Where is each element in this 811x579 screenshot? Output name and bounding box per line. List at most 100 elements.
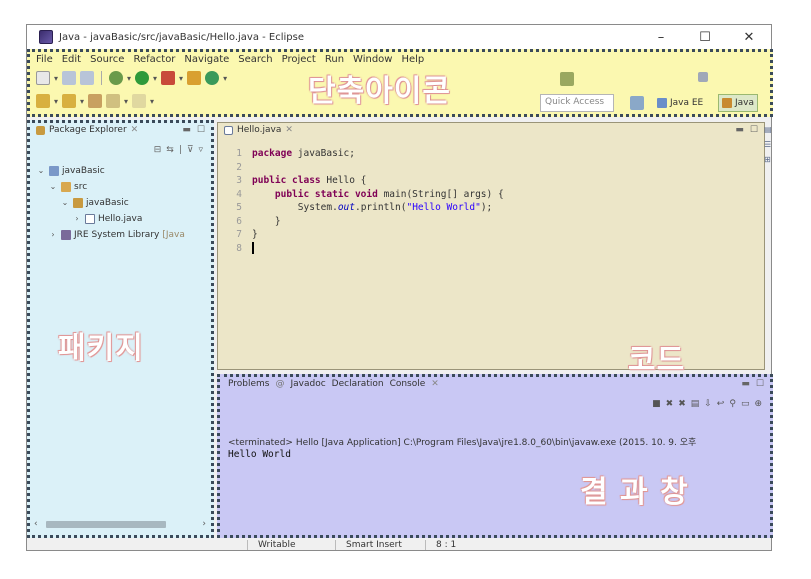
next-annotation-icon[interactable] (36, 94, 50, 108)
chevron-down-icon[interactable]: ▾ (80, 97, 84, 106)
scroll-left-icon[interactable]: ‹ (34, 519, 38, 529)
search-icon[interactable] (560, 72, 574, 86)
menu-run[interactable]: Run (325, 54, 344, 65)
expand-icon[interactable]: ⌄ (48, 179, 58, 195)
menu-navigate[interactable]: Navigate (184, 54, 229, 65)
menu-window[interactable]: Window (353, 54, 392, 65)
close-icon[interactable]: ✕ (131, 125, 139, 135)
new-java-class-icon[interactable] (205, 71, 220, 85)
last-edit-icon[interactable] (88, 94, 103, 108)
clear-console-icon[interactable]: ▤ (691, 399, 700, 409)
maximize-view-icon[interactable]: ☐ (756, 379, 764, 389)
chevron-down-icon[interactable]: ▾ (54, 97, 58, 106)
menu-refactor[interactable]: Refactor (133, 54, 175, 65)
remove-launch-icon[interactable]: ✖ (666, 399, 674, 409)
menu-project[interactable]: Project (282, 54, 316, 65)
collapse-icon[interactable]: › (48, 227, 58, 243)
save-all-icon[interactable] (80, 71, 95, 85)
tree-item-package[interactable]: ⌄ javaBasic (36, 195, 185, 211)
tab-javadoc[interactable]: Javadoc (290, 379, 325, 389)
text-cursor (252, 241, 254, 254)
window-controls: – ☐ ✕ (639, 25, 771, 49)
tab-problems[interactable]: Problems (228, 379, 269, 389)
toolbar-separator (101, 71, 103, 85)
link-with-editor-icon[interactable]: ⇆ (166, 145, 174, 155)
scroll-lock-icon[interactable]: ⇩ (704, 399, 712, 409)
console-output: Hello World (228, 449, 291, 460)
maximize-button[interactable]: ☐ (683, 25, 727, 49)
line-number: 6 (236, 215, 242, 227)
pin-console-icon[interactable]: ⚲ (729, 399, 736, 409)
expand-icon[interactable]: ⌄ (60, 195, 70, 211)
minimize-view-icon[interactable]: ▬ (735, 125, 744, 135)
tab-console[interactable]: Console (390, 379, 426, 389)
quick-access-input[interactable]: Quick Access (540, 94, 614, 112)
run-icon[interactable] (135, 71, 150, 85)
perspective-java-ee[interactable]: Java EE (654, 94, 706, 112)
save-icon[interactable] (62, 71, 77, 85)
minimize-button[interactable]: – (639, 25, 683, 49)
menu-search[interactable]: Search (238, 54, 272, 65)
title-bar: Java - javaBasic/src/javaBasic/Hello.jav… (27, 25, 771, 49)
word-wrap-icon[interactable]: ↩ (717, 399, 725, 409)
minimize-view-icon[interactable]: ▬ (182, 125, 191, 135)
chevron-down-icon[interactable]: ▾ (223, 74, 227, 83)
scrollbar-thumb[interactable] (45, 520, 166, 528)
terminate-icon[interactable]: ■ (652, 399, 661, 409)
debug-icon[interactable] (109, 71, 124, 85)
maximize-view-icon[interactable]: ☐ (750, 125, 758, 135)
chevron-down-icon[interactable]: ▾ (179, 74, 183, 83)
open-perspective-icon[interactable] (630, 96, 644, 110)
tree-item-project[interactable]: ⌄ javaBasic (36, 163, 185, 179)
menu-file[interactable]: File (36, 54, 53, 65)
task-list-icon[interactable]: ☰ (764, 140, 772, 149)
code-text: System. (297, 202, 338, 213)
tree-item-src[interactable]: ⌄ src (36, 179, 185, 195)
collapse-icon[interactable]: › (72, 211, 82, 227)
chevron-down-icon[interactable]: ▾ (124, 97, 128, 106)
forward-icon[interactable] (132, 94, 147, 108)
chevron-down-icon[interactable]: ▾ (150, 97, 154, 106)
display-console-icon[interactable]: ▭ (741, 399, 750, 409)
open-console-icon[interactable]: ⊕ (754, 399, 762, 409)
tree-item-hello-java[interactable]: › Hello.java (36, 211, 185, 227)
minimize-view-icon[interactable]: ▬ (741, 379, 750, 389)
pin-icon[interactable] (698, 72, 708, 82)
maximize-view-icon[interactable]: ☐ (197, 125, 205, 135)
tree-item-label: javaBasic (86, 198, 129, 208)
scroll-right-icon[interactable]: › (202, 519, 206, 529)
code-text: Hello { (320, 175, 367, 186)
new-java-package-icon[interactable] (187, 71, 202, 85)
new-icon[interactable] (36, 71, 50, 85)
chevron-down-icon[interactable]: ▾ (153, 74, 157, 83)
horizontal-scrollbar[interactable]: ‹ › (34, 519, 206, 529)
collapse-all-icon[interactable]: ⊟ (154, 145, 162, 155)
menu-edit[interactable]: Edit (62, 54, 81, 65)
outline-icon[interactable]: ▤ (764, 125, 772, 134)
chevron-down-icon[interactable]: ▾ (54, 74, 58, 83)
tab-declaration[interactable]: Declaration (332, 379, 384, 389)
back-icon[interactable] (106, 94, 121, 108)
external-tools-icon[interactable] (161, 71, 176, 85)
menu-source[interactable]: Source (90, 54, 124, 65)
code-text: main(String[] args) { (377, 188, 504, 200)
filter-icon[interactable]: ⊽ (187, 145, 194, 155)
close-icon[interactable]: ✕ (431, 379, 439, 389)
tree-item-jre-library[interactable]: › JRE System Library [Java (36, 227, 185, 243)
hierarchy-icon[interactable]: ⊞ (764, 155, 772, 164)
perspective-label: Java (735, 98, 755, 108)
tab-package-explorer[interactable]: Package Explorer ✕ (36, 125, 138, 135)
chevron-down-icon[interactable]: ▾ (127, 74, 131, 83)
remove-all-icon[interactable]: ✖ (678, 399, 686, 409)
perspective-java[interactable]: Java (718, 94, 759, 112)
close-button[interactable]: ✕ (727, 25, 771, 49)
code-content[interactable]: 1 package javaBasic; 2 3 public class Hell… (230, 147, 504, 255)
view-menu-icon[interactable]: ▿ (198, 145, 203, 155)
close-icon[interactable]: ✕ (285, 125, 293, 135)
expand-icon[interactable]: ⌄ (36, 163, 46, 179)
previous-annotation-icon[interactable] (62, 94, 77, 108)
menu-help[interactable]: Help (401, 54, 424, 65)
code-text: ); (480, 202, 493, 213)
line-number: 3 (236, 175, 242, 186)
tab-hello-java[interactable]: Hello.java ✕ (224, 125, 293, 135)
